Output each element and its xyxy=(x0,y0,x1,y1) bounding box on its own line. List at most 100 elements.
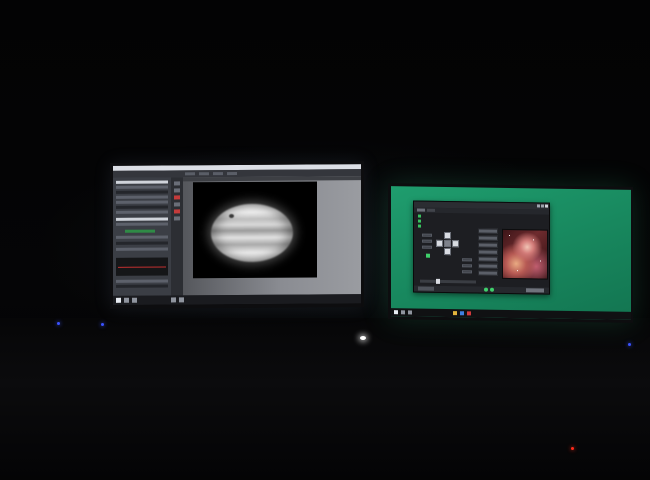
app-footer xyxy=(414,285,549,294)
tracking-indicator xyxy=(426,253,430,258)
right-screen xyxy=(391,186,631,320)
store-icon[interactable] xyxy=(467,311,471,316)
coord-field[interactable] xyxy=(462,258,472,262)
tool-button[interactable] xyxy=(174,181,180,186)
right-monitor xyxy=(388,183,633,323)
record-button[interactable] xyxy=(174,195,180,200)
settings-row[interactable] xyxy=(116,222,168,226)
settings-row[interactable] xyxy=(116,200,168,204)
status-dot xyxy=(418,219,421,223)
ribbon-tab[interactable] xyxy=(199,172,209,176)
star xyxy=(533,239,534,241)
live-capture-view xyxy=(193,181,317,279)
settings-row[interactable] xyxy=(116,241,168,245)
rate-field[interactable] xyxy=(422,239,432,243)
controller-app-window xyxy=(413,200,550,295)
ribbon-tab[interactable] xyxy=(227,172,237,176)
settings-row[interactable] xyxy=(116,279,168,283)
explorer-icon[interactable] xyxy=(171,297,176,303)
settings-row[interactable] xyxy=(116,190,168,194)
connected-indicator xyxy=(490,287,494,292)
coord-field[interactable] xyxy=(462,270,472,274)
settings-row[interactable] xyxy=(116,185,168,189)
star xyxy=(540,260,541,262)
direction-pad xyxy=(420,231,476,279)
histogram-trace xyxy=(118,266,166,268)
moon-shadow-spot xyxy=(229,214,234,219)
search-icon[interactable] xyxy=(124,297,129,303)
west-button[interactable] xyxy=(436,239,443,247)
tool-strip xyxy=(171,177,183,296)
settings-row[interactable] xyxy=(116,284,168,288)
right-taskbar xyxy=(391,308,631,320)
slider-knob[interactable] xyxy=(436,278,440,284)
connected-indicator xyxy=(484,287,488,292)
explorer-icon[interactable] xyxy=(453,311,457,316)
search-icon[interactable] xyxy=(401,310,405,315)
settings-row[interactable] xyxy=(116,217,168,221)
capture-button[interactable] xyxy=(125,229,155,233)
status-line xyxy=(418,214,545,220)
action-button[interactable] xyxy=(478,263,498,269)
tool-button[interactable] xyxy=(174,202,180,207)
speed-slider[interactable] xyxy=(420,278,476,284)
app-icon[interactable] xyxy=(179,297,184,303)
north-button[interactable] xyxy=(444,231,451,240)
nebula-thumbnail-image xyxy=(502,228,548,280)
footer-button[interactable] xyxy=(526,288,544,293)
red-led-light xyxy=(571,447,574,450)
preview-area xyxy=(183,176,361,296)
settings-row[interactable] xyxy=(116,247,168,251)
histogram-graph xyxy=(116,257,168,276)
rate-field[interactable] xyxy=(422,233,432,237)
maximize-button[interactable] xyxy=(541,204,544,208)
blue-led-light xyxy=(57,322,60,325)
tool-button[interactable] xyxy=(174,188,180,193)
desk-surface xyxy=(0,318,650,480)
action-button[interactable] xyxy=(478,270,498,276)
footer-button[interactable] xyxy=(418,286,434,291)
blue-led-light xyxy=(628,343,631,346)
app-tabs xyxy=(414,207,549,215)
camera-settings-panel xyxy=(113,177,172,296)
action-button[interactable] xyxy=(478,256,498,262)
tool-button[interactable] xyxy=(174,216,180,221)
south-button[interactable] xyxy=(444,247,451,256)
stop-center-button[interactable] xyxy=(444,239,451,248)
blue-led-light xyxy=(101,323,104,326)
action-button[interactable] xyxy=(478,249,498,255)
star xyxy=(509,234,510,236)
action-buttons xyxy=(478,228,498,278)
settings-row[interactable] xyxy=(116,235,168,239)
status-dot xyxy=(418,214,421,218)
task-view-icon[interactable] xyxy=(132,297,137,303)
status-line xyxy=(418,219,545,225)
rate-field[interactable] xyxy=(422,245,432,249)
minimize-button[interactable] xyxy=(537,204,540,208)
settings-row[interactable] xyxy=(116,180,168,184)
browser-icon[interactable] xyxy=(460,311,464,316)
preview-header xyxy=(183,176,361,182)
jupiter-planet-image xyxy=(211,203,293,263)
settings-row[interactable] xyxy=(116,205,168,209)
windows-start-icon[interactable] xyxy=(394,310,398,315)
ribbon-tab[interactable] xyxy=(213,172,223,176)
settings-row[interactable] xyxy=(116,210,168,214)
close-button[interactable] xyxy=(545,204,548,208)
action-button[interactable] xyxy=(478,235,498,241)
status-dot xyxy=(418,224,421,228)
windows-start-icon[interactable] xyxy=(116,297,121,303)
left-taskbar xyxy=(113,294,361,305)
stop-button[interactable] xyxy=(174,209,180,214)
ribbon-tab[interactable] xyxy=(185,172,195,176)
app-tab[interactable] xyxy=(417,208,425,212)
coord-field[interactable] xyxy=(462,264,472,268)
action-button[interactable] xyxy=(478,242,498,248)
app-tab[interactable] xyxy=(427,208,435,212)
left-monitor xyxy=(110,161,364,309)
white-reflection-light xyxy=(360,336,366,340)
task-view-icon[interactable] xyxy=(408,310,412,315)
action-button[interactable] xyxy=(478,228,498,234)
settings-row[interactable] xyxy=(116,195,168,199)
east-button[interactable] xyxy=(452,240,459,248)
